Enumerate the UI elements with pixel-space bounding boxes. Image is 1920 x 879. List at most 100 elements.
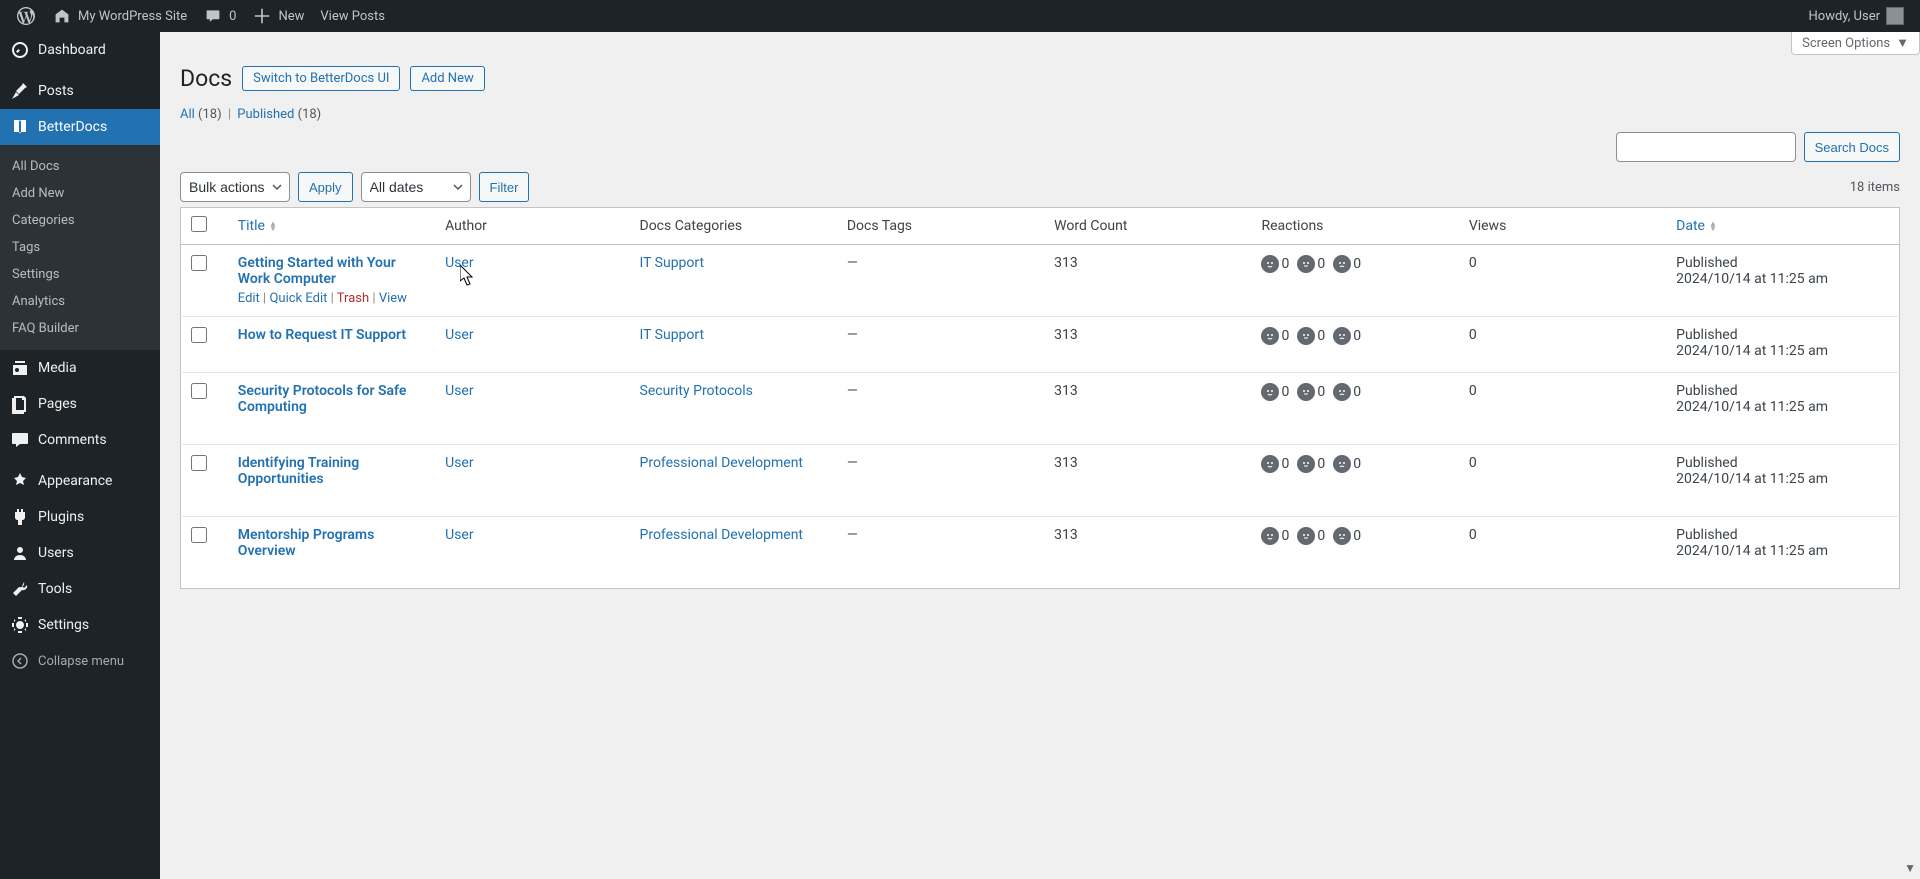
author-link[interactable]: User [445, 255, 473, 271]
tags-cell: — [837, 317, 1044, 373]
search-input[interactable] [1616, 132, 1796, 162]
reaction: 0 [1333, 327, 1361, 345]
table-row: Getting Started with Your Work Computer … [181, 245, 1900, 317]
reaction: 0 [1333, 527, 1361, 545]
bulk-actions-select[interactable]: Bulk actions [180, 172, 290, 202]
submenu-all-docs[interactable]: All Docs [0, 153, 160, 180]
category-link[interactable]: Professional Development [640, 455, 804, 471]
menu-plugins[interactable]: Plugins [0, 499, 160, 535]
users-icon [10, 543, 30, 563]
submenu-faq-builder[interactable]: FAQ Builder [0, 315, 160, 342]
author-link[interactable]: User [445, 327, 473, 343]
wordcount-cell: 313 [1044, 373, 1251, 445]
my-account[interactable]: Howdy, User [1801, 0, 1912, 32]
menu-pages[interactable]: Pages [0, 386, 160, 422]
reaction: 0 [1297, 455, 1325, 473]
col-title[interactable]: Title ▲▼ [228, 208, 435, 245]
author-link[interactable]: User [445, 383, 473, 399]
wordcount-cell: 313 [1044, 517, 1251, 589]
dates-select[interactable]: All dates [361, 172, 471, 202]
collapse-menu[interactable]: Collapse menu [0, 643, 160, 679]
view-link[interactable]: View [379, 291, 407, 306]
date-cell: Published2024/10/14 at 11:25 am [1666, 317, 1899, 373]
row-title-link[interactable]: Security Protocols for Safe Computing [238, 383, 407, 415]
filter-button[interactable]: Filter [479, 172, 530, 202]
col-views: Views [1459, 208, 1666, 245]
reaction: 0 [1333, 383, 1361, 401]
add-new-button[interactable]: Add New [410, 66, 484, 91]
category-link[interactable]: IT Support [640, 327, 705, 343]
site-name[interactable]: My WordPress Site [44, 0, 195, 32]
status-filters: All (18) | Published (18) [180, 107, 1900, 122]
view-posts[interactable]: View Posts [312, 0, 393, 32]
screen-options-toggle[interactable]: Screen Options ▼ [1791, 32, 1920, 55]
row-title-link[interactable]: How to Request IT Support [238, 327, 406, 343]
search-docs-button[interactable]: Search Docs [1804, 132, 1900, 162]
reaction-face-icon [1297, 327, 1315, 345]
reaction: 0 [1297, 383, 1325, 401]
menu-posts[interactable]: Posts [0, 73, 160, 109]
author-link[interactable]: User [445, 455, 473, 471]
comment-icon [203, 6, 223, 26]
submenu-tags[interactable]: Tags [0, 234, 160, 261]
row-checkbox[interactable] [191, 527, 207, 543]
menu-settings[interactable]: Settings [0, 607, 160, 643]
view-posts-label: View Posts [320, 9, 385, 24]
category-link[interactable]: Professional Development [640, 527, 804, 543]
submenu-settings[interactable]: Settings [0, 261, 160, 288]
row-title-link[interactable]: Getting Started with Your Work Computer [238, 255, 396, 287]
table-row: Identifying Training Opportunities Edit … [181, 445, 1900, 517]
page-title: Docs [180, 65, 232, 92]
menu-comments[interactable]: Comments [0, 422, 160, 458]
new-content[interactable]: New [244, 0, 312, 32]
switch-ui-button[interactable]: Switch to BetterDocs UI [242, 66, 400, 91]
row-checkbox[interactable] [191, 383, 207, 399]
tags-cell: — [837, 445, 1044, 517]
menu-tools[interactable]: Tools [0, 571, 160, 607]
main-content: Screen Options ▼ Docs Switch to BetterDo… [160, 32, 1920, 609]
reaction: 0 [1297, 527, 1325, 545]
col-wordcount: Word Count [1044, 208, 1251, 245]
col-date[interactable]: Date ▲▼ [1666, 208, 1899, 245]
tags-cell: — [837, 245, 1044, 317]
apply-button[interactable]: Apply [298, 172, 353, 202]
quick-edit-link[interactable]: Quick Edit [269, 291, 327, 306]
submenu-categories[interactable]: Categories [0, 207, 160, 234]
category-link[interactable]: IT Support [640, 255, 705, 271]
menu-media[interactable]: Media [0, 350, 160, 386]
row-checkbox[interactable] [191, 327, 207, 343]
author-link[interactable]: User [445, 527, 473, 543]
item-count: 18 items [1850, 180, 1900, 195]
table-row: How to Request IT Support Edit | Quick E… [181, 317, 1900, 373]
menu-users[interactable]: Users [0, 535, 160, 571]
menu-betterdocs[interactable]: BetterDocs [0, 109, 160, 145]
reaction-face-icon [1297, 455, 1315, 473]
row-title-link[interactable]: Identifying Training Opportunities [238, 455, 359, 487]
row-checkbox[interactable] [191, 455, 207, 471]
avatar [1886, 7, 1904, 25]
col-author: Author [435, 208, 629, 245]
row-actions: Edit | Quick Edit | Trash | View [238, 291, 425, 306]
filter-published[interactable]: Published [237, 107, 294, 122]
wp-logo[interactable] [8, 0, 44, 32]
reaction-face-icon [1261, 327, 1279, 345]
menu-dashboard[interactable]: Dashboard [0, 32, 160, 68]
reaction-face-icon [1333, 255, 1351, 273]
filter-all[interactable]: All [180, 107, 195, 122]
menu-appearance[interactable]: Appearance [0, 463, 160, 499]
row-checkbox[interactable] [191, 255, 207, 271]
row-title-link[interactable]: Mentorship Programs Overview [238, 527, 375, 559]
category-link[interactable]: Security Protocols [640, 383, 753, 399]
reaction-face-icon [1333, 327, 1351, 345]
select-all-checkbox[interactable] [191, 216, 207, 232]
comments-link[interactable]: 0 [195, 0, 244, 32]
submenu-add-new[interactable]: Add New [0, 180, 160, 207]
edit-link[interactable]: Edit [238, 291, 260, 306]
trash-link[interactable]: Trash [337, 291, 369, 306]
date-cell: Published2024/10/14 at 11:25 am [1666, 445, 1899, 517]
media-icon [10, 358, 30, 378]
wordcount-cell: 313 [1044, 245, 1251, 317]
date-cell: Published2024/10/14 at 11:25 am [1666, 245, 1899, 317]
site-name-label: My WordPress Site [78, 9, 187, 24]
submenu-analytics[interactable]: Analytics [0, 288, 160, 315]
